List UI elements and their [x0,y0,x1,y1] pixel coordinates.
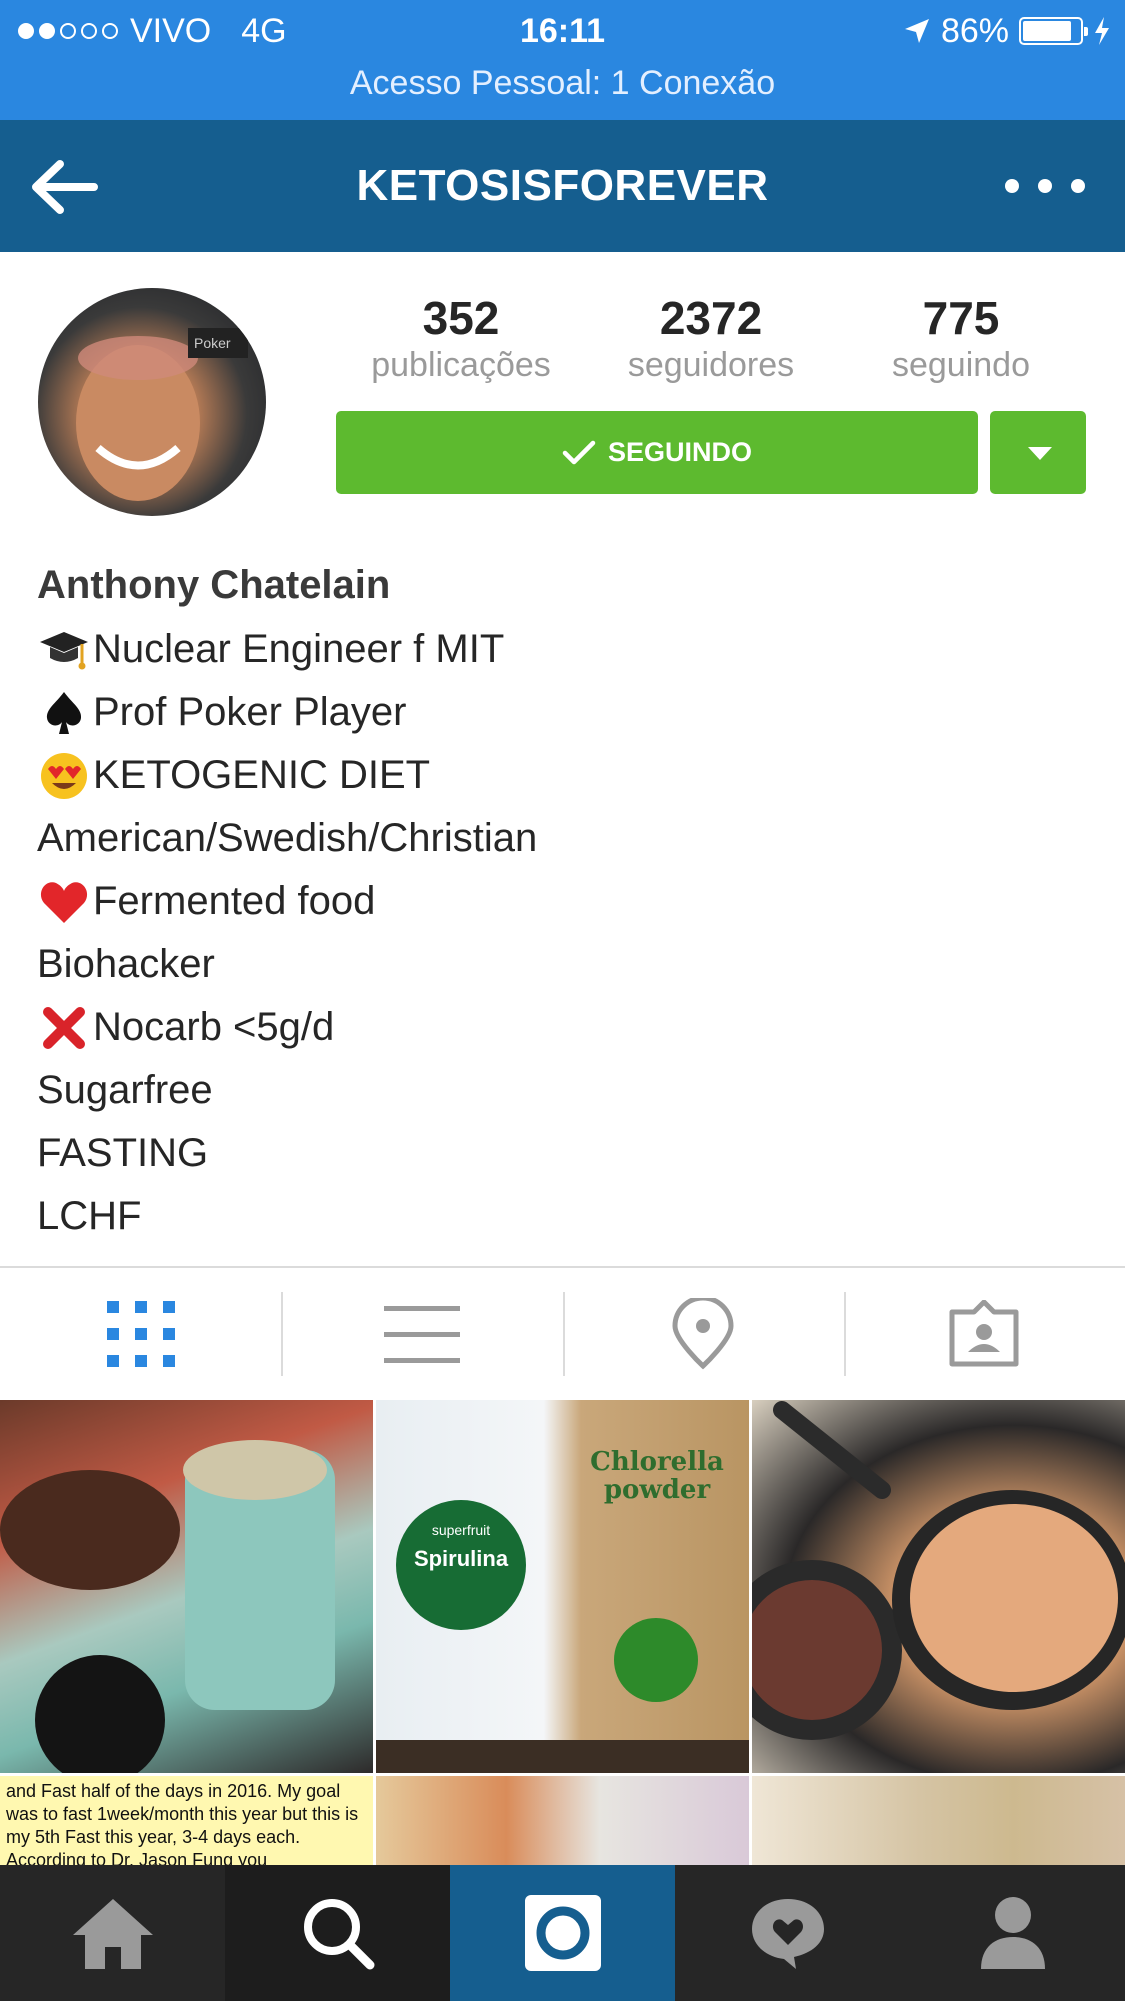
avatar-photo: Poker [76,328,248,501]
bio-line: Prof Poker Player [37,681,1087,744]
bio-line: American/Swedish/Christian [37,807,1087,870]
photo-grid: superfruit Spirulina Chlorella powder an… [0,1400,1125,1865]
profile-name: Anthony Chatelain [37,563,391,607]
nav-home[interactable] [0,1865,225,2001]
nav-profile[interactable] [900,1865,1125,2001]
post-thumbnail [0,1440,335,1773]
nav-activity[interactable] [675,1865,900,2001]
nav-camera[interactable] [450,1865,675,2001]
bio-text: FASTING [37,1131,209,1175]
bio-line: Nuclear Engineer f MIT [37,618,1087,681]
bio-text: Fermented food [93,879,376,923]
suggestions-dropdown-button[interactable] [990,411,1086,494]
posts-count: 352 [422,292,500,344]
bio-line: LCHF [37,1185,1087,1248]
grid-post[interactable] [752,1776,1125,1865]
following-button[interactable]: SEGUINDO [336,411,978,494]
grid-post[interactable] [0,1400,373,1773]
following-count: 775 [922,292,1000,344]
tab-location[interactable] [562,1268,844,1400]
bottom-navigation [0,1865,1125,2001]
hotspot-banner[interactable]: Acesso Pessoal: 1 Conexão [0,64,1125,103]
tab-tagged[interactable] [843,1268,1125,1400]
tab-list[interactable] [281,1268,562,1400]
bio: Anthony Chatelain Nuclear Engineer f MIT… [37,558,1087,1248]
bio-line: Sugarfree [37,1059,1087,1122]
heart-eyes-emoji-icon [37,749,91,803]
graduation-cap-icon [37,623,91,677]
bio-text: Prof Poker Player [93,690,407,734]
avatar[interactable]: Poker [38,288,266,516]
grid-post[interactable]: superfruit Spirulina Chlorella powder [376,1400,749,1773]
following-label: seguindo [891,346,1030,384]
status-bar: VIVO 4G 16:11 86% Acesso Pessoal: 1 Cone… [0,0,1125,120]
bio-line: KETOGENIC DIET [37,744,1087,807]
grid-view-icon [106,1301,175,1367]
followers-count: 2372 [659,292,763,344]
svg-text:Poker: Poker [194,335,231,351]
bio-text: LCHF [37,1194,142,1238]
bio-line: Fermented food [37,870,1087,933]
red-heart-icon [37,875,91,929]
status-row: VIVO 4G 16:11 86% [0,8,1125,54]
profile-icon [980,1897,1045,1969]
location-pin-icon [672,1298,734,1370]
bio-text: Nocarb <5g/d [93,1005,335,1049]
status-right: 86% [903,8,1111,54]
post-thumbnail [376,1618,749,1773]
checkmark-icon [562,440,596,464]
charging-bolt-icon [1095,17,1109,45]
more-dots-icon [1005,179,1019,193]
posts-label: publicações [371,346,551,384]
grid-post-caption[interactable]: and Fast half of the days in 2016. My go… [0,1776,373,1865]
profile-header: KETOSISFOREVER [0,120,1125,252]
stat-posts[interactable]: 352 publicações [336,290,586,384]
post-thumbnail [752,1401,1125,1740]
grid-post[interactable] [752,1400,1125,1773]
bio-text: Nuclear Engineer f MIT [93,627,505,671]
list-view-icon [383,1306,460,1363]
nav-search[interactable] [225,1865,450,2001]
spade-icon [37,686,91,740]
activity-heart-icon [751,1899,824,1969]
battery-icon [1019,17,1088,45]
profile-tabs [0,1266,1125,1400]
bio-line: Nocarb <5g/d [37,996,1087,1059]
following-button-label: SEGUINDO [607,437,753,467]
followers-label: seguidores [627,346,795,384]
tab-grid[interactable] [0,1268,281,1400]
profile-stats: 352 publicações 2372 seguidores 775 segu… [336,290,1086,390]
bio-line: FASTING [37,1122,1087,1185]
bio-text: American/Swedish/Christian [37,816,538,860]
bio-text: Biohacker [37,942,215,986]
home-icon [72,1899,153,1969]
location-arrow-icon [904,19,929,43]
bio-text: KETOGENIC DIET [93,753,431,797]
red-cross-icon [37,1001,91,1055]
battery-percentage: 86% [940,11,1009,50]
more-options-button[interactable] [1005,168,1085,204]
tagged-photos-icon [949,1300,1019,1367]
stat-followers[interactable]: 2372 seguidores [586,290,836,384]
search-icon [303,1899,374,1970]
grid-post[interactable] [376,1776,749,1865]
page-title: KETOSISFOREVER [356,161,769,210]
camera-icon [524,1895,601,1971]
bio-text: Sugarfree [37,1068,213,1112]
bio-line: Biohacker [37,933,1087,996]
stat-following[interactable]: 775 seguindo [836,290,1086,384]
